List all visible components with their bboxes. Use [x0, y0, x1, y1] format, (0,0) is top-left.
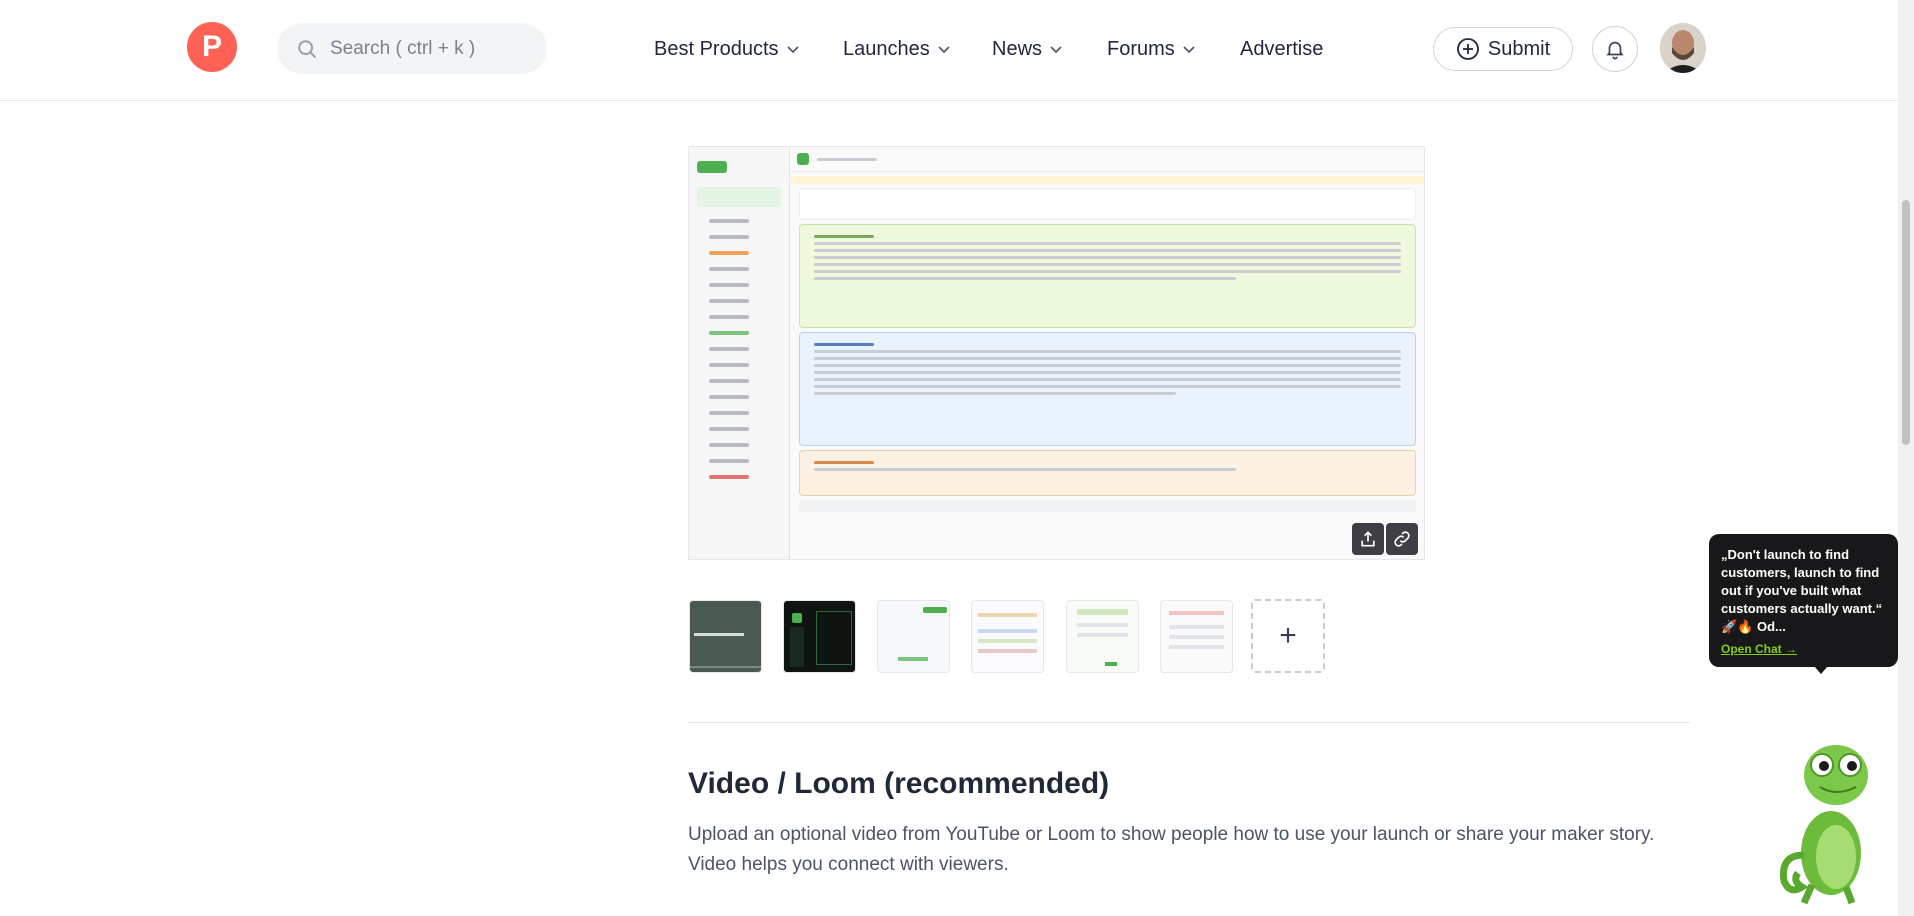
- gallery-main-image[interactable]: [688, 146, 1425, 560]
- chevron-down-icon: [1050, 45, 1062, 53]
- scrollbar-thumb[interactable]: [1902, 200, 1910, 445]
- page-scrollbar[interactable]: [1898, 0, 1914, 916]
- chat-emoji-line: 🚀🔥 Od...: [1721, 619, 1786, 634]
- product-hunt-logo[interactable]: P: [187, 22, 237, 72]
- link-icon: [1394, 531, 1410, 547]
- user-avatar[interactable]: [1660, 23, 1706, 73]
- section-divider: [688, 722, 1690, 723]
- chameleon-mascot-icon[interactable]: [1776, 735, 1876, 905]
- chevron-down-icon: [938, 45, 950, 53]
- search-icon: [298, 39, 316, 58]
- gallery-thumbnail[interactable]: [689, 600, 762, 673]
- preview-sidebar: [689, 147, 790, 559]
- copy-link-button[interactable]: [1386, 523, 1418, 555]
- chat-widget-bubble[interactable]: „Don't launch to find customers, launch …: [1709, 534, 1898, 667]
- notifications-button[interactable]: [1592, 26, 1638, 72]
- gallery-thumbnail[interactable]: [877, 600, 950, 673]
- search-box[interactable]: [277, 23, 547, 74]
- nav-advertise[interactable]: Advertise: [1240, 38, 1323, 61]
- nav-forums[interactable]: Forums: [1107, 38, 1195, 61]
- gallery-thumbnail[interactable]: [971, 600, 1044, 673]
- open-chat-link[interactable]: Open Chat →: [1721, 640, 1797, 658]
- chevron-down-icon: [1183, 45, 1195, 53]
- submit-button[interactable]: Submit: [1433, 27, 1573, 71]
- nav-launches[interactable]: Launches: [843, 38, 950, 61]
- plus-circle-icon: [1456, 38, 1479, 60]
- add-media-button[interactable]: +: [1251, 599, 1325, 673]
- chevron-down-icon: [786, 45, 799, 53]
- gallery-thumbnail[interactable]: [783, 600, 856, 673]
- nav-news[interactable]: News: [992, 38, 1062, 61]
- share-icon: [1361, 531, 1375, 547]
- search-input[interactable]: [328, 36, 532, 61]
- top-navigation-bar: P Best Products Launches News Forums Adv…: [0, 0, 1898, 101]
- chat-quote: „Don't launch to find customers, launch …: [1721, 547, 1883, 616]
- nav-best-products[interactable]: Best Products: [654, 38, 799, 61]
- preview-chat-area: [791, 147, 1424, 559]
- share-image-button[interactable]: [1352, 523, 1384, 555]
- avatar-image: [1660, 23, 1706, 73]
- bell-icon: [1606, 41, 1624, 60]
- gallery-thumbnail[interactable]: [1066, 600, 1139, 673]
- image-actions: [1352, 523, 1418, 555]
- gallery-thumbnail[interactable]: [1160, 600, 1233, 673]
- bubble-tail: [1814, 666, 1828, 674]
- video-section-description: Upload an optional video from YouTube or…: [688, 824, 1655, 875]
- video-section-title: Video / Loom (recommended): [688, 767, 1110, 800]
